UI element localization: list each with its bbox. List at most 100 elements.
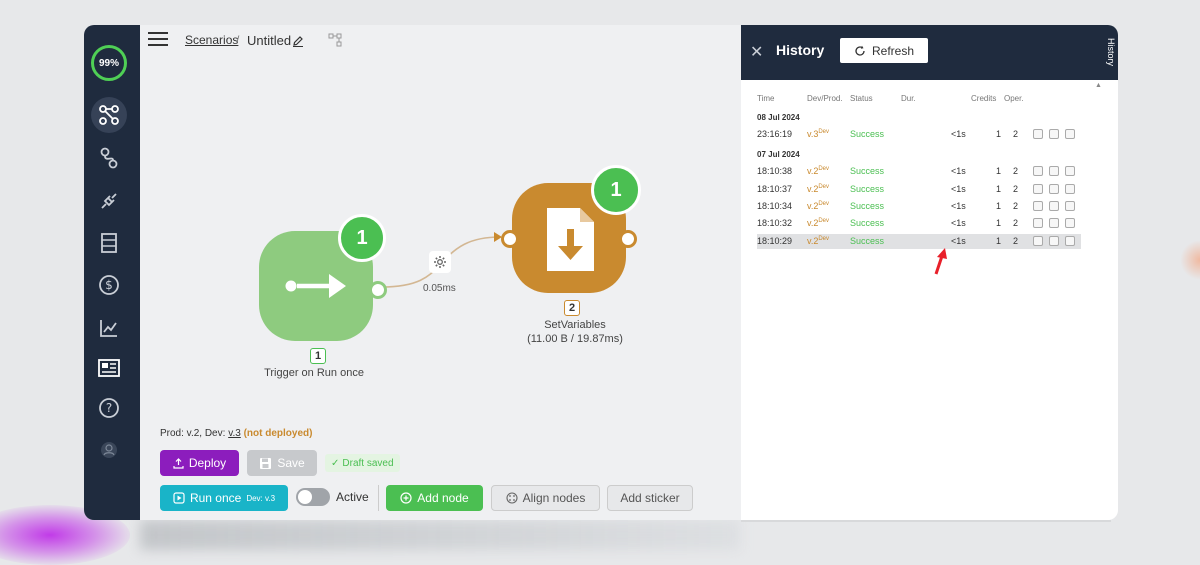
layout-graph-icon[interactable] <box>328 33 342 52</box>
copy-icon[interactable] <box>1065 200 1075 211</box>
setvariables-node-number: 2 <box>564 300 581 316</box>
history-row[interactable]: 18:10:29 v.2Dev Success <1s 1 2 <box>757 233 1081 249</box>
run-status: Success <box>850 218 885 229</box>
refresh-label: Refresh <box>871 43 915 58</box>
billing-nav-icon[interactable]: $ <box>96 272 122 298</box>
run-credits: 1 <box>996 218 1002 229</box>
play-box-icon <box>173 492 185 504</box>
run-time: 23:16:19 <box>757 129 793 139</box>
scenarios-nav-icon[interactable] <box>91 97 127 133</box>
connection-duration-label: 0.05ms <box>423 283 456 294</box>
align-grid-icon <box>506 492 518 504</box>
add-sticker-button[interactable]: Add sticker <box>607 485 693 511</box>
run-version: v.2Dev <box>807 201 829 211</box>
setvariables-node-stats: (11.00 B / 19.87ms) <box>527 333 623 345</box>
view-eye-icon[interactable] <box>1049 235 1059 246</box>
history-header: ✕ History Refresh <box>741 25 1104 80</box>
version-prefix: Prod: v.2, Dev: <box>160 428 226 439</box>
deploy-button[interactable]: Deploy <box>160 450 239 476</box>
copy-icon[interactable] <box>1065 218 1075 229</box>
run-operations: 2 <box>1013 200 1019 211</box>
svg-text:?: ? <box>106 401 112 415</box>
history-row[interactable]: 18:10:37 v.2Dev Success <1s 1 2 <box>757 182 1081 197</box>
flows-nav-icon[interactable] <box>96 145 122 171</box>
save-button-label: Save <box>277 456 305 470</box>
rerun-icon[interactable] <box>1033 183 1043 194</box>
rerun-icon[interactable] <box>1033 129 1043 139</box>
red-pointer-arrow-icon <box>934 248 947 275</box>
logs-nav-icon[interactable] <box>96 355 122 381</box>
rerun-icon[interactable] <box>1033 235 1043 246</box>
run-env: Dev <box>818 235 830 242</box>
add-node-button[interactable]: Add node <box>386 485 483 511</box>
refresh-icon <box>855 45 865 56</box>
draft-saved-label: Draft saved <box>342 457 394 469</box>
history-row[interactable]: 18:10:32 v.2Dev Success <1s 1 2 <box>757 216 1081 231</box>
setvariables-input-port[interactable] <box>501 230 519 248</box>
close-icon[interactable]: ✕ <box>750 42 763 62</box>
version-status: Prod: v.2, Dev: v.3 (not deployed) <box>160 428 312 439</box>
connections-nav-icon[interactable] <box>96 188 122 214</box>
run-duration: <1s <box>951 183 966 194</box>
trigger-node-number: 1 <box>310 348 327 364</box>
copy-icon[interactable] <box>1065 183 1075 194</box>
run-once-dev-version: Dev: v.3 <box>246 493 276 503</box>
rerun-icon[interactable] <box>1033 200 1043 211</box>
active-label: Active <box>336 490 369 504</box>
run-credits: 1 <box>996 129 1002 139</box>
view-eye-icon[interactable] <box>1049 218 1059 229</box>
trigger-run-count-badge: 1 <box>338 214 386 262</box>
draft-saved-badge: ✓ Draft saved <box>325 454 400 472</box>
view-eye-icon[interactable] <box>1049 183 1059 194</box>
view-eye-icon[interactable] <box>1049 166 1059 177</box>
add-sticker-label: Add sticker <box>620 491 680 505</box>
col-duration: Dur. <box>901 94 916 103</box>
rerun-icon[interactable] <box>1033 166 1043 177</box>
history-row[interactable]: 18:10:34 v.2Dev Success <1s 1 2 <box>757 199 1081 214</box>
breadcrumb-scenarios-link[interactable]: Scenarios <box>185 33 238 47</box>
scroll-up-arrow-icon[interactable]: ▲ <box>1095 82 1102 89</box>
menu-icon[interactable] <box>148 32 168 48</box>
view-eye-icon[interactable] <box>1049 129 1059 139</box>
run-once-button[interactable]: Run once Dev: v.3 <box>160 485 288 511</box>
run-duration: <1s <box>951 218 966 229</box>
history-side-tab[interactable]: History <box>1104 25 1118 80</box>
user-avatar-icon[interactable] <box>96 437 122 463</box>
copy-icon[interactable] <box>1065 129 1075 139</box>
run-version-number: v.3 <box>807 129 819 139</box>
history-row[interactable]: 23:16:19 v.3Dev Success <1s 1 2 <box>757 127 1081 142</box>
edit-title-icon[interactable] <box>292 34 304 52</box>
connection-settings-gear-icon[interactable] <box>429 251 451 273</box>
run-duration: <1s <box>951 166 966 177</box>
history-title: History <box>776 42 825 58</box>
col-credits: Credits <box>971 94 997 103</box>
run-operations: 2 <box>1013 183 1019 194</box>
run-duration: <1s <box>951 200 966 211</box>
toggle-knob <box>298 490 312 504</box>
rerun-icon[interactable] <box>1033 218 1043 229</box>
copy-icon[interactable] <box>1065 166 1075 177</box>
run-operations: 2 <box>1013 218 1019 229</box>
run-operations: 2 <box>1013 129 1019 139</box>
help-nav-icon[interactable]: ? <box>96 395 122 421</box>
setvariables-output-port[interactable] <box>619 230 637 248</box>
run-credits: 1 <box>996 183 1002 194</box>
scenario-canvas[interactable]: Scenarios / Untitled 0.05ms 1 1 Trigger … <box>140 25 741 520</box>
save-button[interactable]: Save <box>247 450 317 476</box>
analytics-nav-icon[interactable] <box>96 315 122 341</box>
trigger-output-port[interactable] <box>369 281 387 299</box>
history-row[interactable]: 18:10:38 v.2Dev Success <1s 1 2 <box>757 164 1081 179</box>
run-operations: 2 <box>1013 166 1019 177</box>
data-storage-nav-icon[interactable] <box>96 230 122 256</box>
run-env: Dev <box>818 183 830 190</box>
active-toggle[interactable] <box>296 488 330 506</box>
run-credits: 1 <box>996 200 1002 211</box>
view-eye-icon[interactable] <box>1049 200 1059 211</box>
run-once-label: Run once <box>189 491 242 505</box>
dev-version-link[interactable]: v.3 <box>228 428 241 439</box>
refresh-button[interactable]: Refresh <box>840 38 928 63</box>
align-nodes-button[interactable]: Align nodes <box>491 485 600 511</box>
run-version-number: v.2 <box>807 166 819 177</box>
copy-icon[interactable] <box>1065 235 1075 246</box>
run-time: 18:10:32 <box>757 218 793 229</box>
